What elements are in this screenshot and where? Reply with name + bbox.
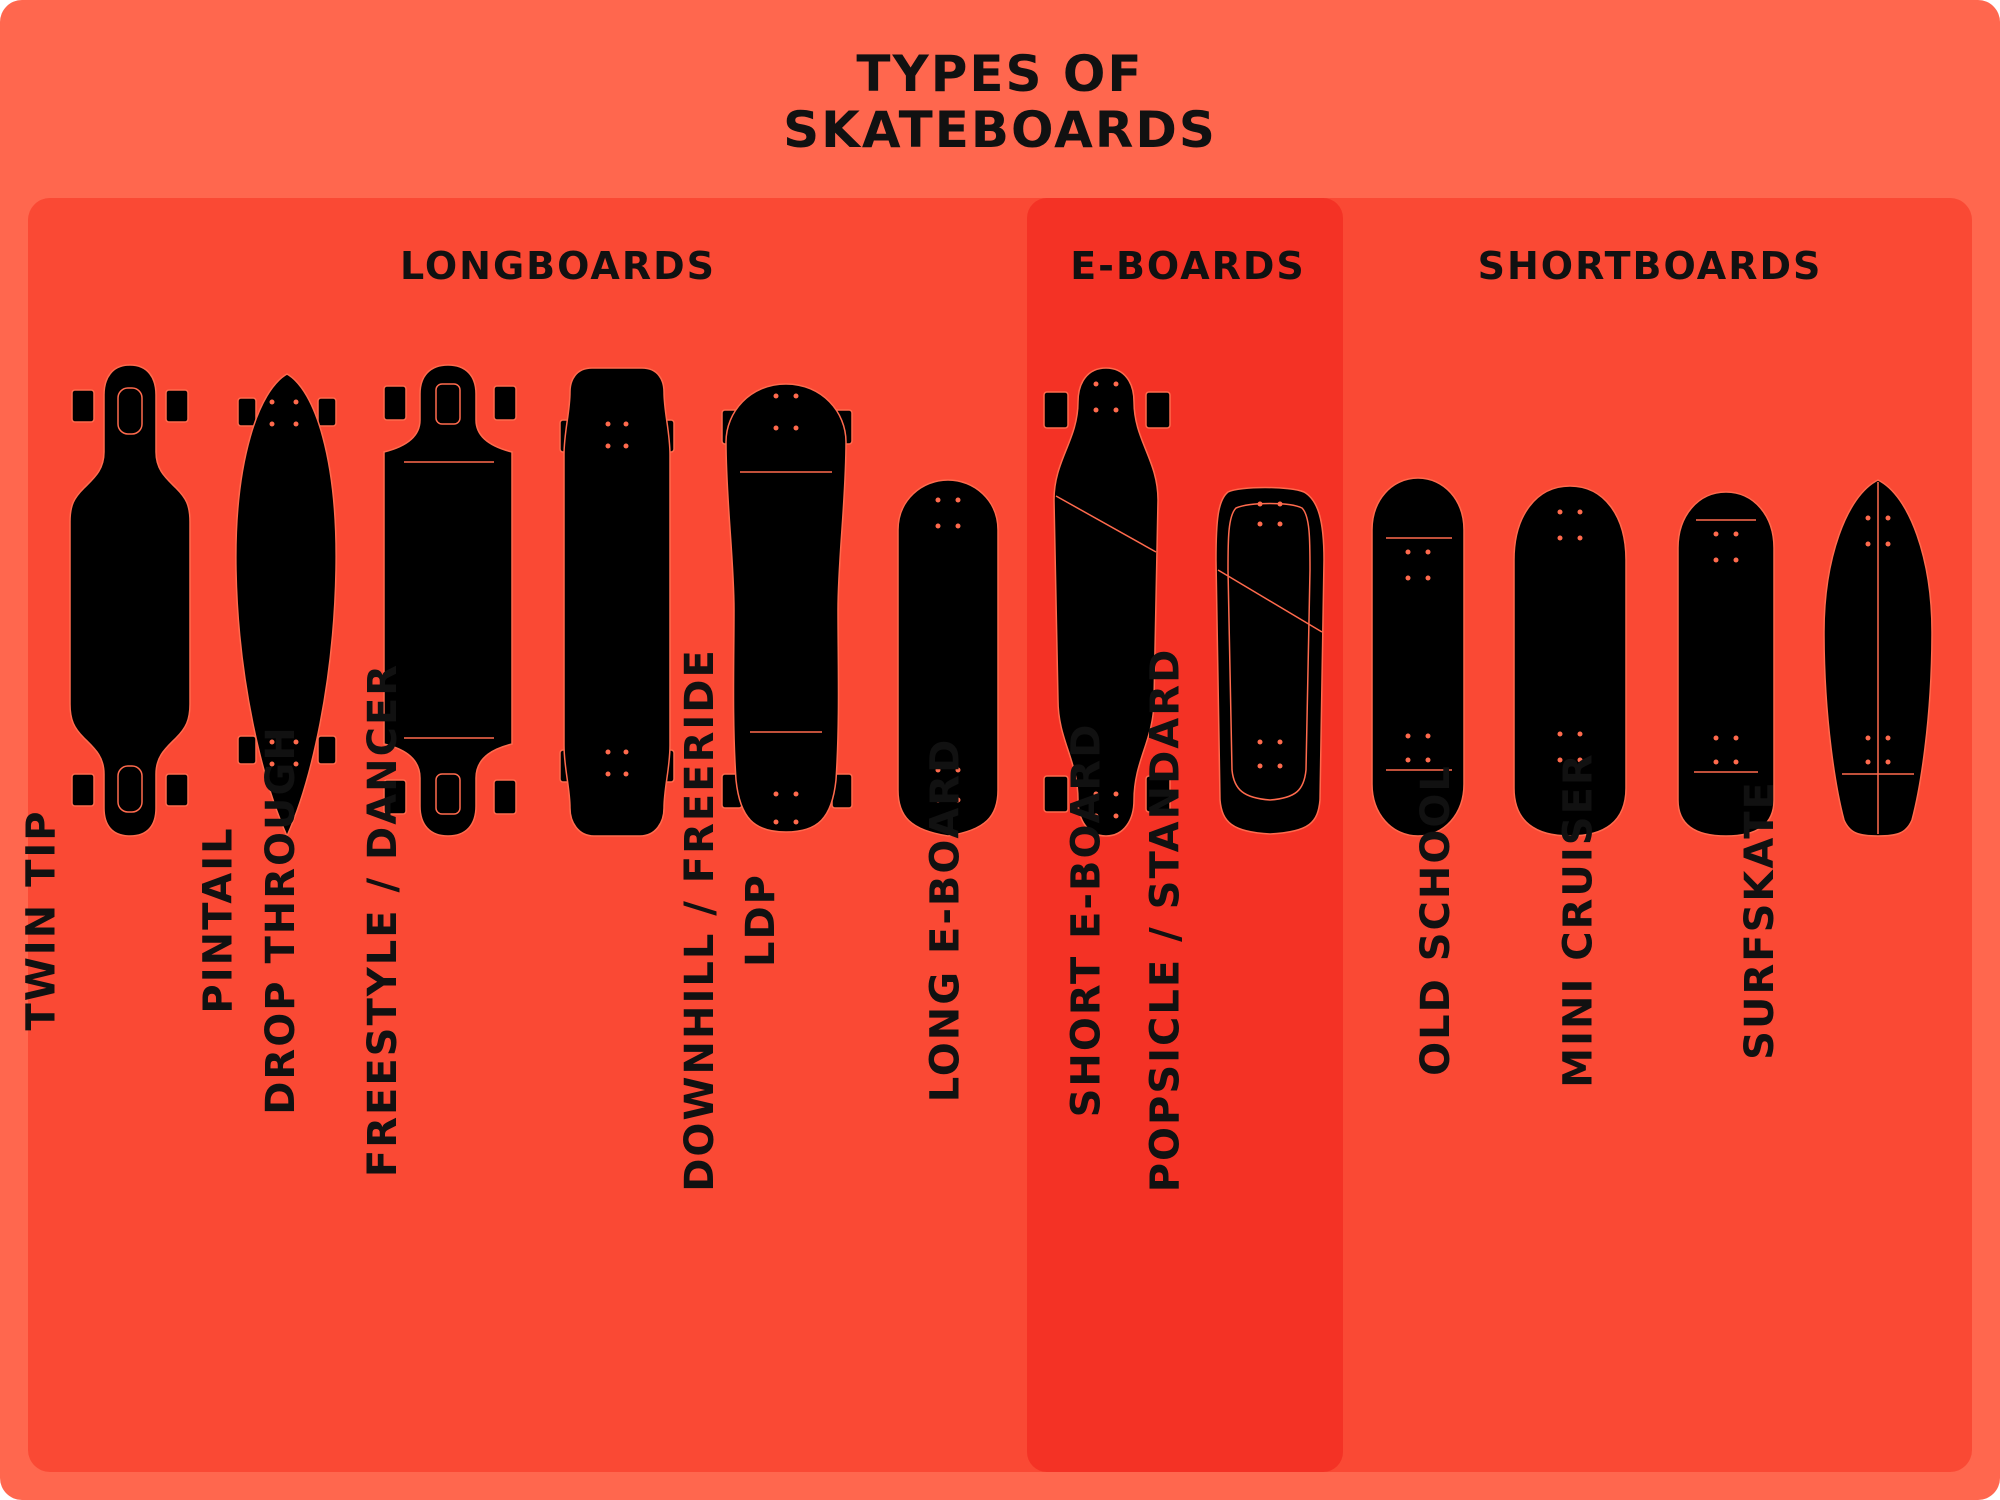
freestyle-dancer-deck-icon [559, 367, 675, 837]
surfskate-deck-icon [1823, 479, 1933, 837]
twin-tip-deck-icon [69, 364, 191, 837]
ldp-deck-icon [721, 383, 853, 833]
short-eboard-deck-icon [1215, 486, 1325, 835]
